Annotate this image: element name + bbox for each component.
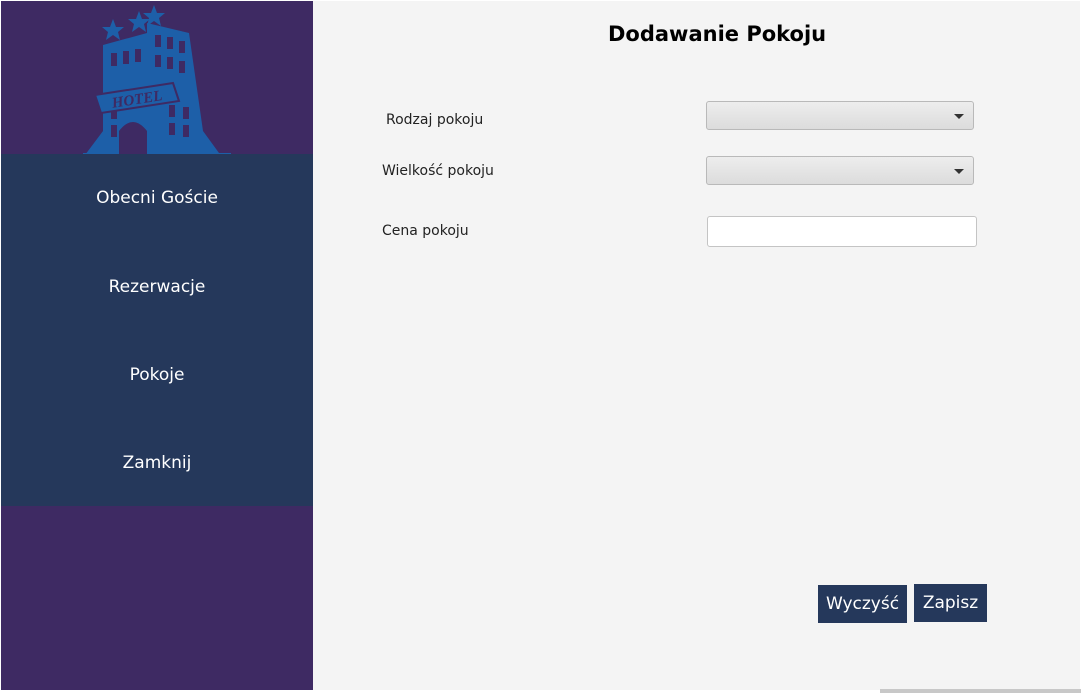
main-panel: Dodawanie Pokoju Rodzaj pokoju Wielkość … — [313, 1, 1080, 690]
window-corner-bar — [880, 689, 1081, 693]
sidebar-item-close[interactable]: Zamknij — [1, 419, 313, 507]
room-type-select[interactable] — [706, 101, 974, 130]
sidebar-item-label: Obecni Goście — [96, 188, 218, 208]
sidebar-item-label: Pokoje — [129, 365, 185, 385]
hotel-logo-icon: HOTEL — [83, 5, 231, 155]
sidebar: HOTEL Obecni Goście Rezerwacje Pokoje Za… — [1, 1, 313, 690]
room-size-label: Wielkość pokoju — [382, 163, 494, 179]
sidebar-item-current-guests[interactable]: Obecni Goście — [1, 153, 313, 243]
chevron-down-icon — [954, 169, 964, 174]
chevron-down-icon — [954, 114, 964, 119]
sidebar-item-label: Zamknij — [122, 453, 192, 473]
sidebar-item-rooms[interactable]: Pokoje — [1, 331, 313, 419]
sidebar-item-reservations[interactable]: Rezerwacje — [1, 243, 313, 331]
page-title: Dodawanie Pokoju — [608, 22, 827, 46]
clear-button[interactable]: Wyczyść — [818, 585, 907, 623]
sidebar-item-label: Rezerwacje — [108, 277, 206, 297]
room-size-select[interactable] — [706, 156, 974, 185]
sidebar-nav: Obecni Goście Rezerwacje Pokoje Zamknij — [1, 154, 313, 506]
room-price-input[interactable] — [707, 216, 977, 247]
room-type-label: Rodzaj pokoju — [386, 112, 484, 128]
room-price-label: Cena pokoju — [382, 223, 469, 239]
save-button[interactable]: Zapisz — [914, 584, 987, 622]
